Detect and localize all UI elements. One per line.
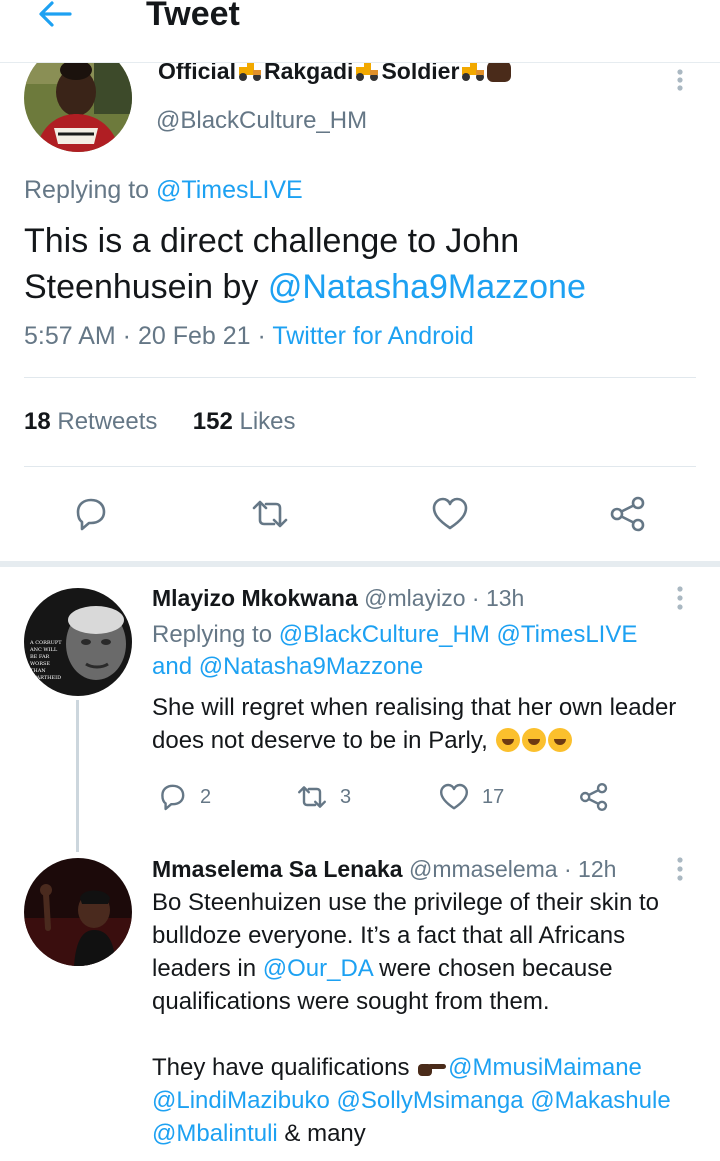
tweet-actions	[0, 490, 720, 540]
reply-actions: 2 3 17	[152, 777, 692, 817]
tractor-emoji	[238, 63, 261, 81]
more-vertical-icon[interactable]	[670, 856, 690, 882]
heart-icon[interactable]	[430, 494, 470, 534]
share-button[interactable]	[578, 777, 610, 817]
reply-time: 13h	[485, 585, 525, 611]
reply-button[interactable]: 2	[156, 777, 211, 817]
more-vertical-icon[interactable]	[670, 585, 690, 611]
retweet-icon	[298, 786, 326, 808]
header-divider	[0, 62, 720, 63]
mention-link[interactable]: @SollyMsimanga	[336, 1087, 523, 1114]
likes-stat[interactable]: 152 Likes	[193, 408, 296, 435]
pointing-hand-emoji	[418, 1064, 447, 1076]
tweet-stats: 18 Retweets 152 Likes	[24, 406, 296, 438]
page-title: Tweet	[146, 0, 240, 33]
replying-to: Replying to @TimesLIVE	[24, 176, 303, 204]
mention-link[interactable]: @Our_DA	[263, 955, 373, 982]
divider	[24, 377, 696, 378]
reply-avatar[interactable]	[24, 858, 132, 966]
mention-link[interactable]: @LindiMazibuko	[152, 1087, 330, 1114]
like-button[interactable]: 17	[438, 777, 504, 817]
tractor-emoji	[356, 63, 379, 81]
tweet-meta: 5:57 AM · 20 Feb 21 · Twitter for Androi…	[24, 322, 474, 350]
fist-emoji	[487, 60, 512, 82]
divider	[24, 466, 696, 467]
tweet-source-link[interactable]: Twitter for Android	[272, 322, 473, 350]
mention-link[interactable]: @TimesLIVE	[497, 621, 638, 648]
mention-link[interactable]: @Makashule	[530, 1087, 670, 1114]
laughing-emoji	[548, 728, 573, 752]
reply-time: 12h	[578, 856, 617, 882]
tweet-date: 20 Feb 21	[137, 322, 251, 350]
reply-avatar[interactable]: A CORRUPT ANC WILL BE FAR WORSE THAN APA…	[24, 588, 132, 696]
top-bar: Tweet	[0, 0, 720, 62]
share-icon[interactable]	[608, 494, 648, 534]
thread-line	[76, 700, 79, 852]
reply-text: She will regret when realising that her …	[152, 694, 677, 754]
reply-author-name[interactable]: Mlayizo Mkokwana	[152, 585, 358, 611]
mention-link[interactable]: @Natasha9Mazzone	[199, 653, 423, 680]
reply-author-handle[interactable]: @mmaselema	[409, 856, 558, 882]
reply-icon[interactable]	[70, 494, 110, 534]
more-vertical-icon[interactable]	[670, 68, 690, 92]
tweet-text: This is a direct challenge to John Steen…	[24, 222, 586, 306]
section-separator	[0, 561, 720, 567]
arrow-left-icon[interactable]	[36, 0, 76, 30]
reply-text: Bo Steenhuizen use the privilege of thei…	[152, 889, 671, 1147]
mention-link[interactable]: @Mbalintuli	[152, 1120, 278, 1147]
tweet-time: 5:57 AM	[24, 322, 116, 350]
mention-link[interactable]: @Natasha9Mazzone	[268, 268, 586, 306]
reply-header: Mmaselema Sa Lenaka @mmaselema · 12h	[152, 856, 617, 882]
reply-replying-to: Replying to @BlackCulture_HM @TimesLIVE …	[152, 621, 638, 680]
share-icon	[580, 783, 608, 811]
laughing-emoji	[522, 728, 547, 752]
reply-header: Mlayizo Mkokwana @mlayizo · 13h	[152, 585, 525, 611]
author-handle[interactable]: @BlackCulture_HM	[156, 106, 367, 136]
avatar-caption: A CORRUPT ANC WILL BE FAR WORSE THAN APA…	[30, 640, 62, 681]
tractor-emoji	[462, 63, 485, 81]
retweet-icon[interactable]	[250, 494, 290, 534]
mention-link[interactable]: @TimesLIVE	[156, 176, 303, 204]
reply-author-name[interactable]: Mmaselema Sa Lenaka	[152, 856, 403, 882]
reply-icon	[161, 784, 185, 811]
laughing-emoji	[496, 728, 521, 752]
retweet-button[interactable]: 3	[296, 777, 351, 817]
mention-link[interactable]: @MmusiMaimane	[448, 1054, 642, 1081]
retweets-stat[interactable]: 18 Retweets	[24, 408, 157, 435]
mention-link[interactable]: @BlackCulture_HM	[279, 621, 490, 648]
heart-icon	[440, 783, 468, 810]
reply-author-handle[interactable]: @mlayizo	[364, 585, 465, 611]
